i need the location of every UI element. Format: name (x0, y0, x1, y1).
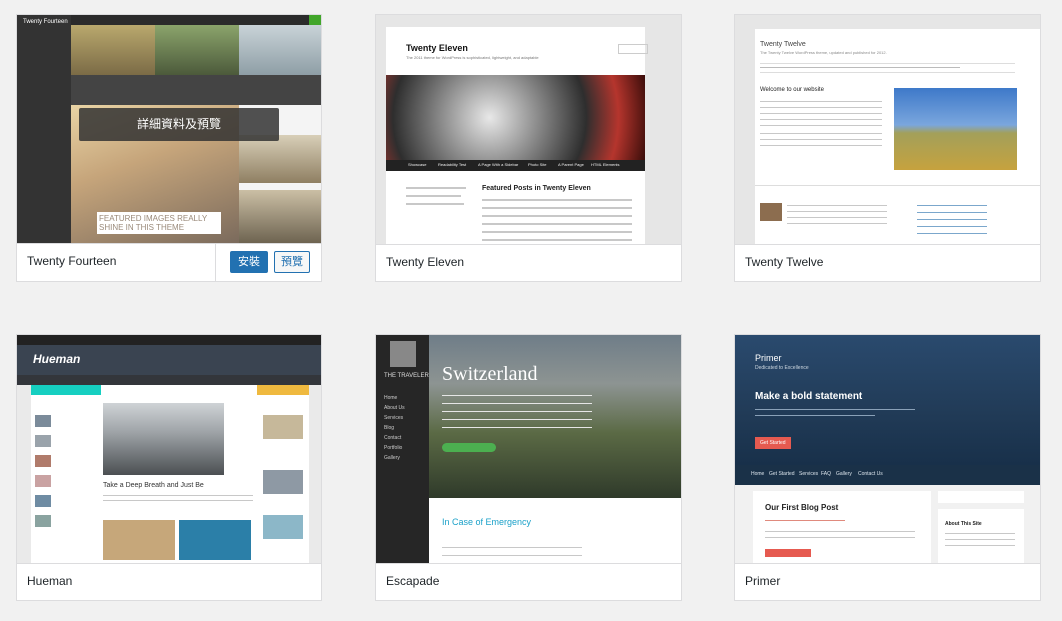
theme-name-bar: Twenty Fourteen 安裝 預覽 (17, 243, 321, 281)
theme-name-bar: Primer (735, 563, 1040, 600)
hero-image (429, 335, 681, 498)
post-title: Take a Deep Breath and Just Be (103, 482, 204, 489)
tagline: Dedicated to Excellence (755, 365, 809, 371)
cta-button: Get Started (755, 437, 791, 449)
site-title: Primer (755, 353, 782, 363)
logo: Hueman (33, 352, 81, 366)
theme-name: Hueman (27, 574, 73, 588)
theme-card-twenty-fourteen[interactable]: Twenty Fourteen FEATURED IMAGES REALLY S… (16, 14, 322, 282)
theme-name: Twenty Twelve (745, 255, 824, 269)
theme-screenshot[interactable]: THE TRAVELER Home About Us Services Blog… (376, 335, 681, 564)
theme-card-primer[interactable]: Primer Dedicated to Excellence Make a bo… (734, 334, 1041, 601)
tagline: The 2011 theme for WordPress is sophisti… (406, 55, 539, 60)
featured-image (894, 88, 1017, 170)
theme-name-bar: Twenty Twelve (735, 244, 1040, 281)
theme-card-escapade[interactable]: THE TRAVELER Home About Us Services Blog… (375, 334, 682, 601)
theme-card-twenty-eleven[interactable]: Twenty Eleven The 2011 theme for WordPre… (375, 14, 682, 282)
theme-screenshot[interactable]: Twenty Fourteen FEATURED IMAGES REALLY S… (17, 15, 321, 244)
install-button[interactable]: 安裝 (230, 251, 268, 273)
post-title: Our First Blog Post (765, 503, 839, 512)
theme-name-bar: Twenty Eleven (376, 244, 681, 281)
nav-bar: Showcase Readability Test A Page With a … (386, 160, 645, 171)
theme-name: Twenty Fourteen (27, 254, 117, 268)
search-icon (309, 15, 321, 25)
search-input (938, 491, 1024, 503)
site-title: Twenty Eleven (406, 43, 468, 53)
cta-button (442, 443, 496, 452)
sidebar (17, 15, 71, 244)
hero-title: Switzerland (442, 363, 538, 385)
site-title: Twenty Fourteen (23, 19, 68, 25)
theme-card-twenty-twelve[interactable]: Twenty Twelve The Twenty Twelve WordPres… (734, 14, 1041, 282)
logo: THE TRAVELER (384, 373, 429, 379)
theme-screenshot[interactable]: Twenty Eleven The 2011 theme for WordPre… (376, 15, 681, 244)
logo-image (390, 341, 416, 367)
theme-details-overlay[interactable]: 詳細資料及預覽 (79, 108, 279, 141)
widget-title: About This Site (945, 521, 982, 527)
theme-name-bar: Hueman (17, 563, 321, 600)
tagline: The Twenty Twelve WordPress theme, updat… (760, 50, 887, 55)
post-title: In Case of Emergency (442, 517, 532, 527)
featured-caption: FEATURED IMAGES REALLY SHINE IN THIS THE… (97, 212, 221, 234)
theme-card-hueman[interactable]: Hueman Take a Deep Breath and Just Be Hu… (16, 334, 322, 601)
theme-name-bar: Escapade (376, 563, 681, 600)
welcome-heading: Welcome to our website (760, 87, 824, 93)
preview-button[interactable]: 預覽 (274, 251, 310, 273)
theme-screenshot[interactable]: Hueman Take a Deep Breath and Just Be (17, 335, 321, 564)
site-title: Twenty Twelve (760, 41, 806, 48)
hero-heading: Make a bold statement (755, 391, 863, 402)
theme-name: Escapade (386, 574, 440, 588)
featured-image (103, 403, 224, 475)
nav-bar: Home Get Started Services FAQ Gallery Co… (735, 465, 1040, 485)
search-input (618, 44, 648, 54)
theme-name: Primer (745, 574, 781, 588)
theme-screenshot[interactable]: Primer Dedicated to Excellence Make a bo… (735, 335, 1040, 564)
post-title: Featured Posts in Twenty Eleven (482, 185, 591, 192)
header-image (386, 75, 645, 160)
theme-name: Twenty Eleven (386, 255, 465, 269)
theme-screenshot[interactable]: Twenty Twelve The Twenty Twelve WordPres… (735, 15, 1040, 244)
